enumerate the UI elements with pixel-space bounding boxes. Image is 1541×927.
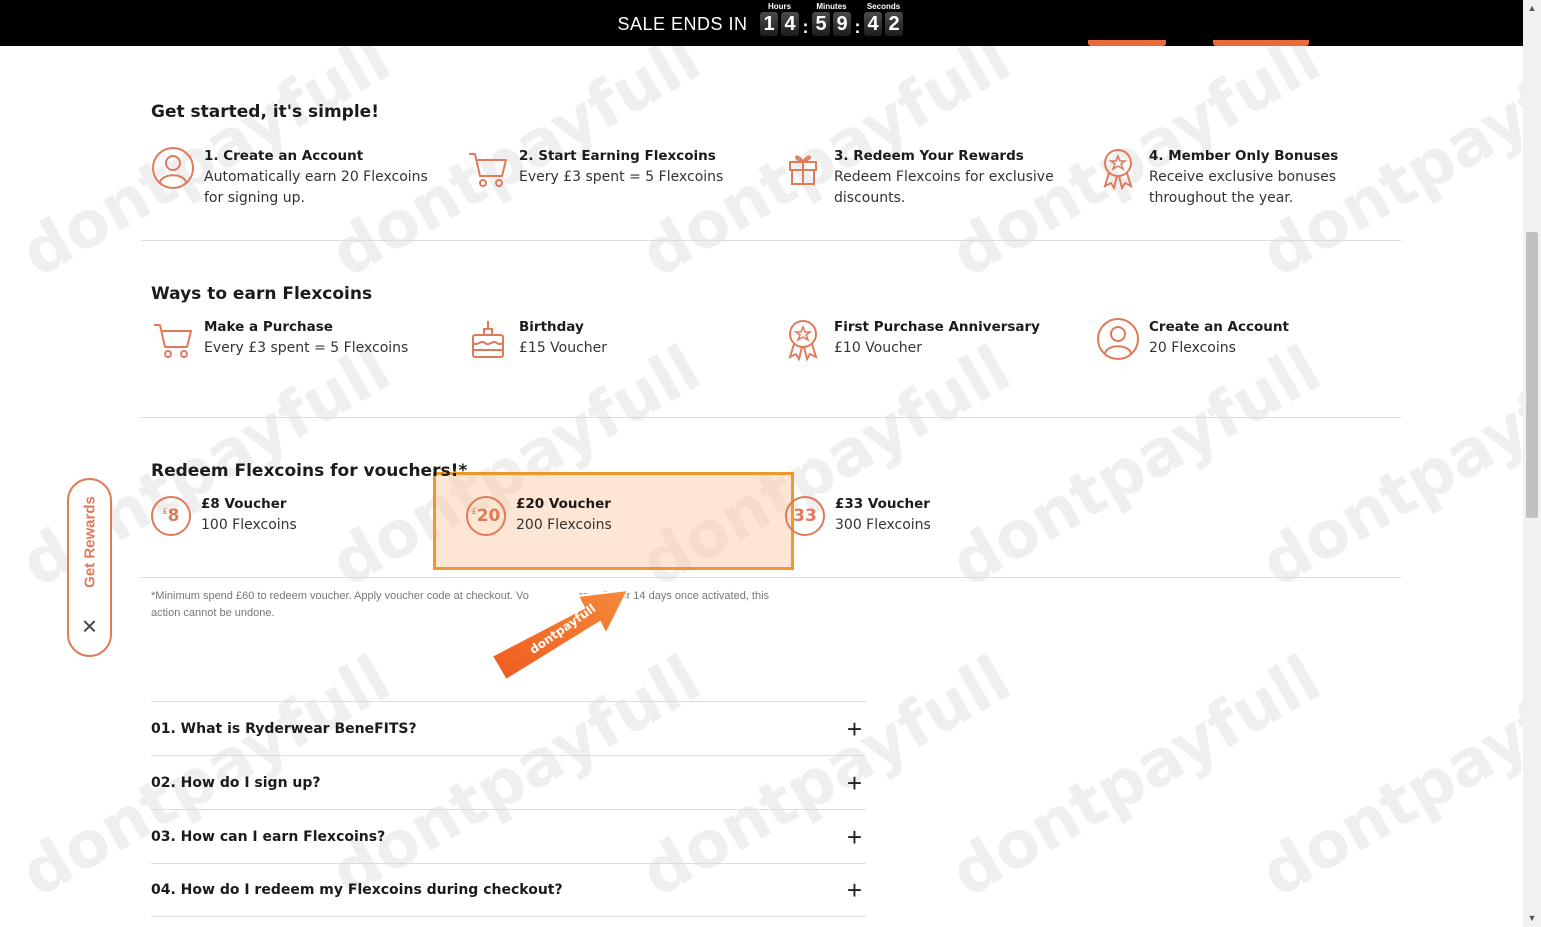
vertical-scrollbar[interactable]: ▲ ▼ (1523, 0, 1541, 927)
seconds-digit: 4 (864, 12, 883, 36)
hours-digit: 4 (781, 12, 800, 36)
earn-title: Create an Account (1149, 319, 1289, 335)
earn-birthday: Birthday £15 Voucher (466, 317, 607, 361)
voucher-title: £20 Voucher (516, 496, 611, 512)
sale-ends-label: SALE ENDS IN (617, 13, 748, 34)
cake-icon (472, 321, 504, 358)
get-rewards-launcher[interactable]: Get Rewards ✕ (67, 478, 112, 657)
minutes-counter: Minutes 5 9 (811, 2, 853, 36)
cart-icon (154, 324, 192, 358)
seconds-digit: 2 (885, 12, 904, 36)
close-icon[interactable]: ✕ (81, 615, 98, 640)
faq-item[interactable]: 01. What is Ryderwear BeneFITS? + (151, 701, 866, 755)
step-title: 2. Start Earning Flexcoins (519, 148, 716, 164)
step-redeem: 3. Redeem Your Rewards Redeem Flexcoins … (781, 146, 1054, 209)
step-start-earning: 2. Start Earning Flexcoins Every £3 spen… (466, 146, 723, 190)
promo-arrow: dontpayfull (488, 584, 638, 684)
voucher-cost: 100 Flexcoins (201, 517, 297, 533)
faq-item[interactable]: 04. How do I redeem my Flexcoins during … (151, 863, 866, 917)
cart-icon (469, 153, 507, 187)
voucher-badge-icon: £20 (466, 496, 506, 536)
plus-icon[interactable]: + (847, 770, 862, 796)
minutes-digit: 9 (833, 12, 852, 36)
section-divider (141, 417, 1401, 418)
user-circle-icon (1097, 318, 1139, 360)
voucher-8: £8 £8 Voucher 100 Flexcoins (151, 494, 297, 536)
faq-question[interactable]: 01. What is Ryderwear BeneFITS? (151, 721, 417, 737)
voucher-title: £8 Voucher (201, 496, 287, 512)
earn-text: £15 Voucher (519, 340, 608, 356)
voucher-33: 33 £33 Voucher 300 Flexcoins (785, 494, 931, 536)
step-title: 1. Create an Account (204, 148, 364, 164)
watermark: dontpayfull (1249, 641, 1541, 913)
step-text: discounts. (834, 190, 906, 206)
step-title: 4. Member Only Bonuses (1149, 148, 1339, 164)
step-text: Receive exclusive bonuses (1149, 169, 1337, 185)
faq-question[interactable]: 02. How do I sign up? (151, 775, 321, 791)
voucher-cost: 200 Flexcoins (516, 517, 612, 533)
step-title: 3. Redeem Your Rewards (834, 148, 1024, 164)
footnote-text: action cannot be undone. (151, 607, 275, 619)
voucher-cost: 300 Flexcoins (835, 517, 931, 533)
voucher-badge-icon: 33 (785, 496, 825, 536)
seconds-counter: Seconds 4 2 (863, 2, 905, 36)
faq-question[interactable]: 03. How can I earn Flexcoins? (151, 829, 385, 845)
step-text: Every £3 spent = 5 Flexcoins (519, 169, 724, 185)
faq-accordion: 01. What is Ryderwear BeneFITS? + 02. Ho… (151, 701, 866, 917)
hours-label: Hours (767, 2, 792, 11)
hidden-header-button[interactable] (1213, 40, 1309, 46)
page: dontpayfull dontpayfull dontpayfull dont… (0, 0, 1541, 927)
step-text: Redeem Flexcoins for exclusive (834, 169, 1054, 185)
award-badge-icon (788, 320, 818, 361)
step-text: Automatically earn 20 Flexcoins (204, 169, 428, 185)
get-started-title: Get started, it's simple! (151, 102, 379, 122)
earn-text: 20 Flexcoins (1149, 340, 1236, 356)
section-divider (141, 577, 1401, 578)
plus-icon[interactable]: + (847, 716, 862, 742)
earn-text: Every £3 spent = 5 Flexcoins (204, 340, 409, 356)
section-divider (141, 240, 1401, 241)
faq-question[interactable]: 04. How do I redeem my Flexcoins during … (151, 882, 563, 898)
scroll-up-icon[interactable]: ▲ (1523, 0, 1541, 17)
watermark: dontpayfull (939, 641, 1333, 913)
colon-separator: : (854, 16, 861, 37)
voucher-badge-icon: £8 (151, 496, 191, 536)
earn-purchase: Make a Purchase Every £3 spent = 5 Flexc… (151, 317, 408, 361)
hours-digit: 1 (760, 12, 779, 36)
scroll-down-icon[interactable]: ▼ (1523, 910, 1541, 927)
colon-separator: : (802, 16, 809, 37)
hours-counter: Hours 1 4 (759, 2, 801, 36)
watermark: dontpayfull (1249, 331, 1541, 603)
seconds-label: Seconds (866, 2, 901, 11)
minutes-label: Minutes (816, 2, 847, 11)
voucher-20: £20 £20 Voucher 200 Flexcoins (466, 494, 612, 536)
user-circle-icon (152, 147, 194, 189)
step-text: for signing up. (204, 190, 305, 206)
ways-to-earn-title: Ways to earn Flexcoins (151, 284, 373, 304)
award-badge-icon (1103, 149, 1133, 190)
gift-icon (789, 155, 817, 185)
step-member-bonuses: 4. Member Only Bonuses Receive exclusive… (1096, 146, 1338, 209)
minutes-digit: 5 (812, 12, 831, 36)
step-create-account: 1. Create an Account Automatically earn … (151, 146, 428, 209)
earn-create-account: Create an Account 20 Flexcoins (1096, 317, 1289, 361)
earn-anniversary: First Purchase Anniversary £10 Voucher (781, 317, 1040, 361)
earn-title: First Purchase Anniversary (834, 319, 1040, 335)
step-text: throughout the year. (1149, 190, 1294, 206)
faq-item[interactable]: 03. How can I earn Flexcoins? + (151, 809, 866, 863)
plus-icon[interactable]: + (847, 824, 862, 850)
get-rewards-label[interactable]: Get Rewards (81, 496, 98, 588)
earn-title: Make a Purchase (204, 319, 333, 335)
hidden-header-button[interactable] (1088, 40, 1166, 46)
redeem-title: Redeem Flexcoins for vouchers!* (151, 461, 468, 481)
watermark: dontpayfull (939, 331, 1333, 603)
voucher-title: £33 Voucher (835, 496, 930, 512)
faq-item[interactable]: 02. How do I sign up? + (151, 755, 866, 809)
plus-icon[interactable]: + (847, 877, 862, 903)
earn-text: £10 Voucher (834, 340, 923, 356)
footnote-text: *Minimum spend £60 to redeem voucher. Ap… (151, 590, 529, 602)
scroll-thumb[interactable] (1526, 232, 1538, 518)
earn-title: Birthday (519, 319, 584, 335)
